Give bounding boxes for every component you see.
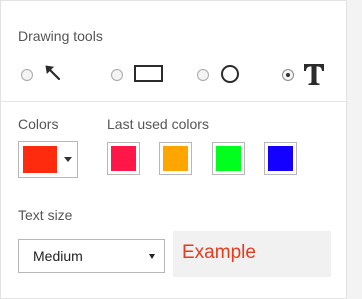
text-icon[interactable] bbox=[301, 61, 329, 87]
text-size-value: Medium bbox=[33, 248, 83, 264]
text-preview-box: Example bbox=[173, 231, 331, 277]
text-size-select[interactable]: Medium bbox=[18, 239, 165, 273]
colors-label: Colors bbox=[18, 116, 59, 132]
rectangle-tool-radio[interactable] bbox=[111, 69, 123, 81]
color-picker-dropdown[interactable] bbox=[18, 141, 78, 178]
last-used-colors-label: Last used colors bbox=[107, 116, 209, 132]
circle-tool-radio[interactable] bbox=[197, 69, 209, 81]
circle-icon[interactable] bbox=[219, 63, 241, 85]
drawing-tools-label: Drawing tools bbox=[18, 28, 103, 44]
pointer-tool-radio[interactable] bbox=[21, 69, 33, 81]
recent-color-swatch-2[interactable] bbox=[159, 142, 192, 175]
current-color-swatch bbox=[23, 146, 57, 173]
arrow-pointer-icon[interactable] bbox=[43, 63, 63, 83]
recent-color-swatch-3[interactable] bbox=[212, 142, 245, 175]
text-size-label: Text size bbox=[18, 207, 73, 223]
chevron-down-icon bbox=[149, 254, 155, 259]
example-preview-text: Example bbox=[182, 242, 256, 263]
recent-color-swatch-4[interactable] bbox=[264, 142, 297, 175]
recent-color-swatch-1[interactable] bbox=[107, 142, 140, 175]
section-divider bbox=[1, 101, 348, 102]
radio-selected-dot bbox=[286, 73, 290, 77]
rectangle-icon[interactable] bbox=[132, 63, 166, 83]
drawing-options-panel: Drawing tools Colors Last used colors Te… bbox=[0, 0, 348, 299]
chevron-down-icon bbox=[64, 157, 72, 162]
text-tool-radio[interactable] bbox=[282, 69, 294, 81]
